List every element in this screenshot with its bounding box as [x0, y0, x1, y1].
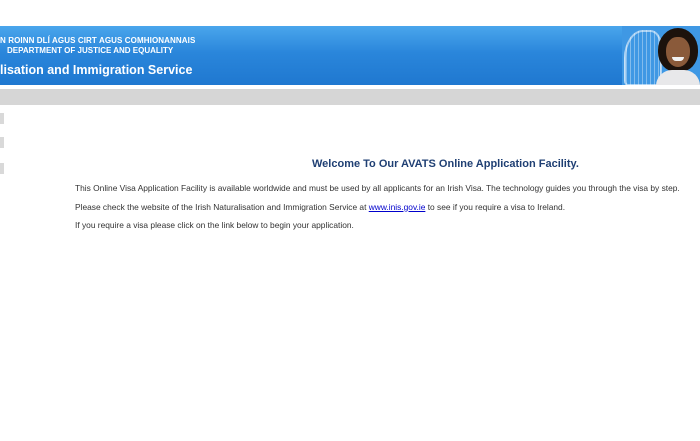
inis-website-link[interactable]: www.inis.gov.ie [369, 202, 426, 212]
side-nav-tab[interactable] [0, 163, 4, 174]
banner-art [622, 26, 700, 85]
page: N ROINN DLÍ AGUS CIRT AGUS COMHIONANNAIS… [0, 0, 700, 441]
department-english-name: DEPARTMENT OF JUSTICE AND EQUALITY [7, 46, 174, 55]
inis-text-after: to see if you require a visa to Ireland. [425, 201, 566, 212]
main-content: Welcome To Our AVATS Online Application … [75, 158, 700, 239]
person-shoulders [656, 70, 700, 85]
side-nav-tab[interactable] [0, 137, 4, 148]
instruction-paragraph: If you require a visa please click on th… [75, 220, 354, 230]
welcome-heading: Welcome To Our AVATS Online Application … [312, 158, 579, 170]
nav-bar [0, 89, 700, 105]
inis-paragraph: Please check the website of the Irish Na… [75, 202, 700, 213]
person-face [666, 37, 690, 67]
header-banner: N ROINN DLÍ AGUS CIRT AGUS COMHIONANNAIS… [0, 26, 700, 85]
inis-text-before: Please check the website of the Irish Na… [75, 201, 369, 212]
department-irish-name: N ROINN DLÍ AGUS CIRT AGUS COMHIONANNAIS [0, 36, 196, 45]
service-title: lisation and Immigration Service [0, 63, 193, 77]
top-gap [0, 0, 700, 26]
side-nav-tab[interactable] [0, 113, 4, 124]
person-photo [656, 28, 700, 85]
intro-paragraph: This Online Visa Application Facility is… [75, 183, 680, 193]
